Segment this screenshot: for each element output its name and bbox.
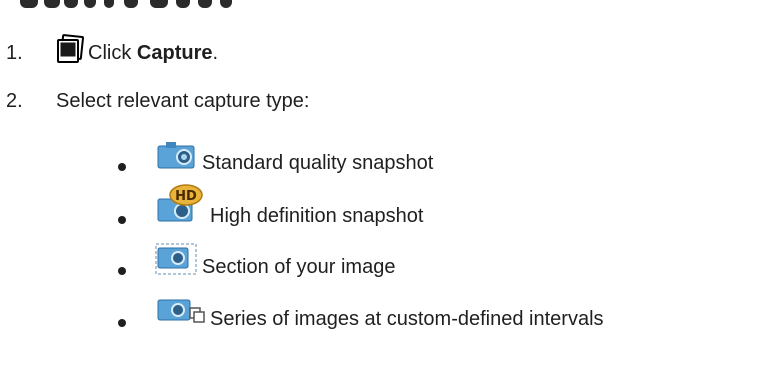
document-page: 1. Click Capture. 2. Select relevant cap… bbox=[0, 0, 757, 381]
camera-icon bbox=[154, 138, 198, 172]
bullet-dot bbox=[118, 163, 126, 171]
step-body: Select relevant capture type: bbox=[56, 90, 310, 112]
camera-section-icon bbox=[154, 242, 198, 276]
capture-type-label: Standard quality snapshot bbox=[202, 151, 434, 174]
list-item: Section of your image bbox=[118, 242, 396, 289]
capture-photo-icon bbox=[56, 34, 86, 64]
camera-hd-icon: HD bbox=[154, 183, 206, 225]
camera-series-icon bbox=[154, 294, 206, 328]
step-number: 2. bbox=[6, 90, 23, 112]
capture-label: Capture bbox=[136, 42, 213, 64]
step-body: Click Capture. bbox=[56, 34, 219, 68]
list-item: HD High definition snapshot bbox=[118, 184, 424, 238]
step-suffix: . bbox=[212, 42, 219, 64]
bullet-dot bbox=[118, 216, 126, 224]
capture-type-label: Section of your image bbox=[202, 255, 396, 278]
bullet-dot bbox=[118, 319, 126, 327]
step-prefix: Click bbox=[88, 42, 132, 64]
hd-badge-text: HD bbox=[175, 189, 197, 204]
capture-type-label: High definition snapshot bbox=[210, 204, 424, 227]
list-item: Standard quality snapshot bbox=[118, 141, 433, 185]
capture-type-label: Series of images at custom-defined inter… bbox=[210, 307, 604, 330]
cropped-heading bbox=[0, 0, 757, 14]
bullet-dot bbox=[118, 267, 126, 275]
step-number: 1. bbox=[6, 42, 23, 64]
list-item: Series of images at custom-defined inter… bbox=[118, 297, 604, 341]
